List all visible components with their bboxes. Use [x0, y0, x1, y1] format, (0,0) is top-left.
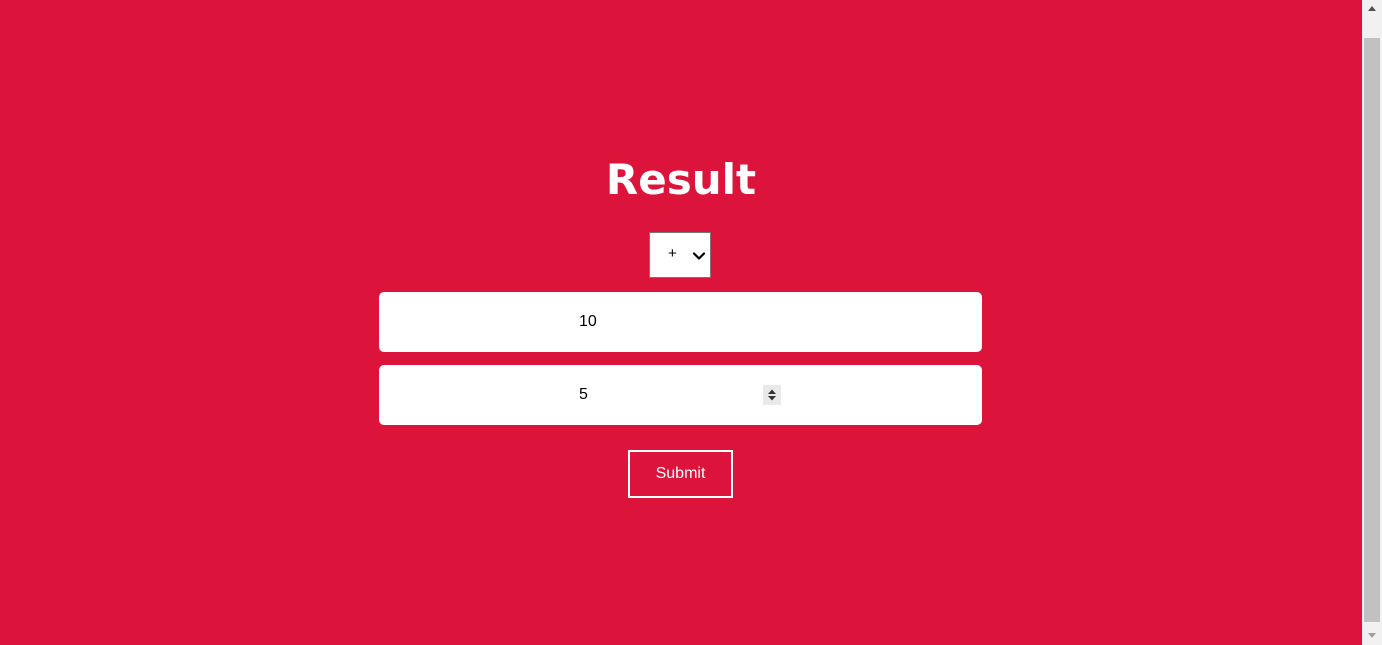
- scroll-up-arrow-icon[interactable]: [1362, 0, 1382, 17]
- page-background: Result + 10 5 Submit: [0, 0, 1362, 645]
- operator-select-value: +: [668, 245, 677, 262]
- scrollbar-thumb[interactable]: [1364, 38, 1380, 622]
- page-title: Result: [605, 155, 757, 204]
- chevron-down-icon: [692, 249, 706, 263]
- number-stepper[interactable]: [763, 385, 781, 405]
- vertical-scrollbar[interactable]: [1362, 0, 1382, 645]
- operator-select[interactable]: +: [649, 232, 711, 278]
- scroll-down-arrow-icon[interactable]: [1362, 628, 1382, 645]
- first-number-value: 10: [579, 313, 597, 330]
- submit-button[interactable]: Submit: [628, 450, 733, 498]
- second-number-value: 5: [579, 386, 588, 403]
- first-number-input[interactable]: 10: [379, 292, 982, 352]
- second-number-input[interactable]: 5: [379, 365, 982, 425]
